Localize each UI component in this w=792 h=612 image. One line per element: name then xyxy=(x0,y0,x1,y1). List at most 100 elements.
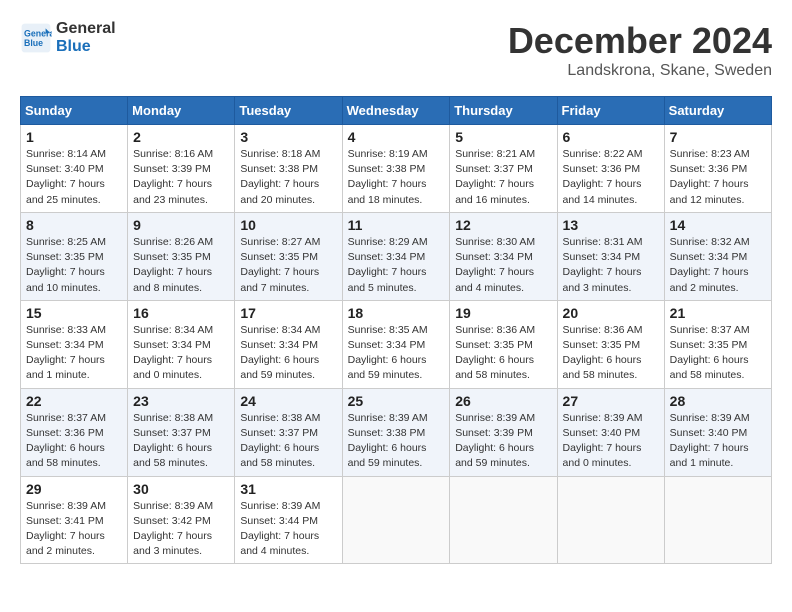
day-number: 22 xyxy=(26,393,122,409)
day-number: 24 xyxy=(240,393,336,409)
day-number: 17 xyxy=(240,305,336,321)
day-info: Sunrise: 8:21 AM Sunset: 3:37 PM Dayligh… xyxy=(455,147,551,208)
day-number: 14 xyxy=(670,217,766,233)
day-info: Sunrise: 8:34 AM Sunset: 3:34 PM Dayligh… xyxy=(133,323,229,384)
week-row-1: 1 Sunrise: 8:14 AM Sunset: 3:40 PM Dayli… xyxy=(21,125,772,213)
calendar-cell: 9 Sunrise: 8:26 AM Sunset: 3:35 PM Dayli… xyxy=(128,212,235,300)
day-number: 16 xyxy=(133,305,229,321)
calendar-cell: 12 Sunrise: 8:30 AM Sunset: 3:34 PM Dayl… xyxy=(450,212,557,300)
logo-text: GeneralBlue xyxy=(56,20,116,56)
day-info: Sunrise: 8:38 AM Sunset: 3:37 PM Dayligh… xyxy=(133,411,229,472)
calendar-cell: 23 Sunrise: 8:38 AM Sunset: 3:37 PM Dayl… xyxy=(128,388,235,476)
day-number: 2 xyxy=(133,129,229,145)
calendar-cell: 2 Sunrise: 8:16 AM Sunset: 3:39 PM Dayli… xyxy=(128,125,235,213)
calendar-cell: 24 Sunrise: 8:38 AM Sunset: 3:37 PM Dayl… xyxy=(235,388,342,476)
day-info: Sunrise: 8:37 AM Sunset: 3:36 PM Dayligh… xyxy=(26,411,122,472)
week-row-3: 15 Sunrise: 8:33 AM Sunset: 3:34 PM Dayl… xyxy=(21,300,772,388)
day-number: 10 xyxy=(240,217,336,233)
day-number: 23 xyxy=(133,393,229,409)
week-row-4: 22 Sunrise: 8:37 AM Sunset: 3:36 PM Dayl… xyxy=(21,388,772,476)
day-info: Sunrise: 8:39 AM Sunset: 3:44 PM Dayligh… xyxy=(240,499,336,560)
day-number: 1 xyxy=(26,129,122,145)
header-sunday: Sunday xyxy=(21,97,128,125)
day-info: Sunrise: 8:34 AM Sunset: 3:34 PM Dayligh… xyxy=(240,323,336,384)
calendar-cell: 16 Sunrise: 8:34 AM Sunset: 3:34 PM Dayl… xyxy=(128,300,235,388)
calendar-cell: 14 Sunrise: 8:32 AM Sunset: 3:34 PM Dayl… xyxy=(664,212,771,300)
day-info: Sunrise: 8:38 AM Sunset: 3:37 PM Dayligh… xyxy=(240,411,336,472)
day-info: Sunrise: 8:39 AM Sunset: 3:42 PM Dayligh… xyxy=(133,499,229,560)
day-info: Sunrise: 8:39 AM Sunset: 3:40 PM Dayligh… xyxy=(563,411,659,472)
day-info: Sunrise: 8:35 AM Sunset: 3:34 PM Dayligh… xyxy=(348,323,445,384)
calendar-cell xyxy=(557,476,664,564)
day-number: 4 xyxy=(348,129,445,145)
day-info: Sunrise: 8:30 AM Sunset: 3:34 PM Dayligh… xyxy=(455,235,551,296)
calendar-cell: 25 Sunrise: 8:39 AM Sunset: 3:38 PM Dayl… xyxy=(342,388,450,476)
month-title: December 2024 xyxy=(508,20,772,62)
header-tuesday: Tuesday xyxy=(235,97,342,125)
header-wednesday: Wednesday xyxy=(342,97,450,125)
calendar-cell: 29 Sunrise: 8:39 AM Sunset: 3:41 PM Dayl… xyxy=(21,476,128,564)
calendar-cell: 8 Sunrise: 8:25 AM Sunset: 3:35 PM Dayli… xyxy=(21,212,128,300)
calendar-cell: 20 Sunrise: 8:36 AM Sunset: 3:35 PM Dayl… xyxy=(557,300,664,388)
day-info: Sunrise: 8:27 AM Sunset: 3:35 PM Dayligh… xyxy=(240,235,336,296)
day-info: Sunrise: 8:39 AM Sunset: 3:40 PM Dayligh… xyxy=(670,411,766,472)
logo: General Blue GeneralBlue xyxy=(20,20,116,56)
day-number: 25 xyxy=(348,393,445,409)
calendar-cell xyxy=(450,476,557,564)
day-number: 3 xyxy=(240,129,336,145)
day-number: 9 xyxy=(133,217,229,233)
day-info: Sunrise: 8:33 AM Sunset: 3:34 PM Dayligh… xyxy=(26,323,122,384)
calendar-cell: 11 Sunrise: 8:29 AM Sunset: 3:34 PM Dayl… xyxy=(342,212,450,300)
day-number: 21 xyxy=(670,305,766,321)
calendar-cell: 10 Sunrise: 8:27 AM Sunset: 3:35 PM Dayl… xyxy=(235,212,342,300)
day-number: 12 xyxy=(455,217,551,233)
day-number: 15 xyxy=(26,305,122,321)
day-number: 29 xyxy=(26,481,122,497)
calendar-cell: 4 Sunrise: 8:19 AM Sunset: 3:38 PM Dayli… xyxy=(342,125,450,213)
day-info: Sunrise: 8:18 AM Sunset: 3:38 PM Dayligh… xyxy=(240,147,336,208)
day-info: Sunrise: 8:36 AM Sunset: 3:35 PM Dayligh… xyxy=(563,323,659,384)
calendar-cell: 27 Sunrise: 8:39 AM Sunset: 3:40 PM Dayl… xyxy=(557,388,664,476)
day-info: Sunrise: 8:14 AM Sunset: 3:40 PM Dayligh… xyxy=(26,147,122,208)
calendar-cell: 3 Sunrise: 8:18 AM Sunset: 3:38 PM Dayli… xyxy=(235,125,342,213)
day-info: Sunrise: 8:37 AM Sunset: 3:35 PM Dayligh… xyxy=(670,323,766,384)
day-info: Sunrise: 8:22 AM Sunset: 3:36 PM Dayligh… xyxy=(563,147,659,208)
day-number: 27 xyxy=(563,393,659,409)
calendar-cell xyxy=(664,476,771,564)
logo-icon: General Blue xyxy=(20,22,52,54)
calendar-cell: 21 Sunrise: 8:37 AM Sunset: 3:35 PM Dayl… xyxy=(664,300,771,388)
day-info: Sunrise: 8:36 AM Sunset: 3:35 PM Dayligh… xyxy=(455,323,551,384)
day-number: 13 xyxy=(563,217,659,233)
calendar-cell: 17 Sunrise: 8:34 AM Sunset: 3:34 PM Dayl… xyxy=(235,300,342,388)
calendar-cell: 28 Sunrise: 8:39 AM Sunset: 3:40 PM Dayl… xyxy=(664,388,771,476)
day-info: Sunrise: 8:26 AM Sunset: 3:35 PM Dayligh… xyxy=(133,235,229,296)
day-number: 26 xyxy=(455,393,551,409)
day-info: Sunrise: 8:39 AM Sunset: 3:39 PM Dayligh… xyxy=(455,411,551,472)
calendar-cell: 30 Sunrise: 8:39 AM Sunset: 3:42 PM Dayl… xyxy=(128,476,235,564)
day-info: Sunrise: 8:31 AM Sunset: 3:34 PM Dayligh… xyxy=(563,235,659,296)
header-friday: Friday xyxy=(557,97,664,125)
title-block: December 2024 Landskrona, Skane, Sweden xyxy=(508,20,772,80)
week-row-2: 8 Sunrise: 8:25 AM Sunset: 3:35 PM Dayli… xyxy=(21,212,772,300)
day-number: 8 xyxy=(26,217,122,233)
day-info: Sunrise: 8:25 AM Sunset: 3:35 PM Dayligh… xyxy=(26,235,122,296)
calendar-cell: 13 Sunrise: 8:31 AM Sunset: 3:34 PM Dayl… xyxy=(557,212,664,300)
location: Landskrona, Skane, Sweden xyxy=(508,62,772,80)
calendar-header-row: SundayMondayTuesdayWednesdayThursdayFrid… xyxy=(21,97,772,125)
header-monday: Monday xyxy=(128,97,235,125)
calendar-cell: 31 Sunrise: 8:39 AM Sunset: 3:44 PM Dayl… xyxy=(235,476,342,564)
calendar-cell: 26 Sunrise: 8:39 AM Sunset: 3:39 PM Dayl… xyxy=(450,388,557,476)
day-info: Sunrise: 8:19 AM Sunset: 3:38 PM Dayligh… xyxy=(348,147,445,208)
day-number: 5 xyxy=(455,129,551,145)
day-info: Sunrise: 8:23 AM Sunset: 3:36 PM Dayligh… xyxy=(670,147,766,208)
day-number: 19 xyxy=(455,305,551,321)
calendar-cell: 7 Sunrise: 8:23 AM Sunset: 3:36 PM Dayli… xyxy=(664,125,771,213)
calendar-cell: 1 Sunrise: 8:14 AM Sunset: 3:40 PM Dayli… xyxy=(21,125,128,213)
calendar-table: SundayMondayTuesdayWednesdayThursdayFrid… xyxy=(20,96,772,564)
header-thursday: Thursday xyxy=(450,97,557,125)
calendar-cell: 6 Sunrise: 8:22 AM Sunset: 3:36 PM Dayli… xyxy=(557,125,664,213)
day-number: 28 xyxy=(670,393,766,409)
day-info: Sunrise: 8:29 AM Sunset: 3:34 PM Dayligh… xyxy=(348,235,445,296)
day-number: 7 xyxy=(670,129,766,145)
calendar-cell xyxy=(342,476,450,564)
